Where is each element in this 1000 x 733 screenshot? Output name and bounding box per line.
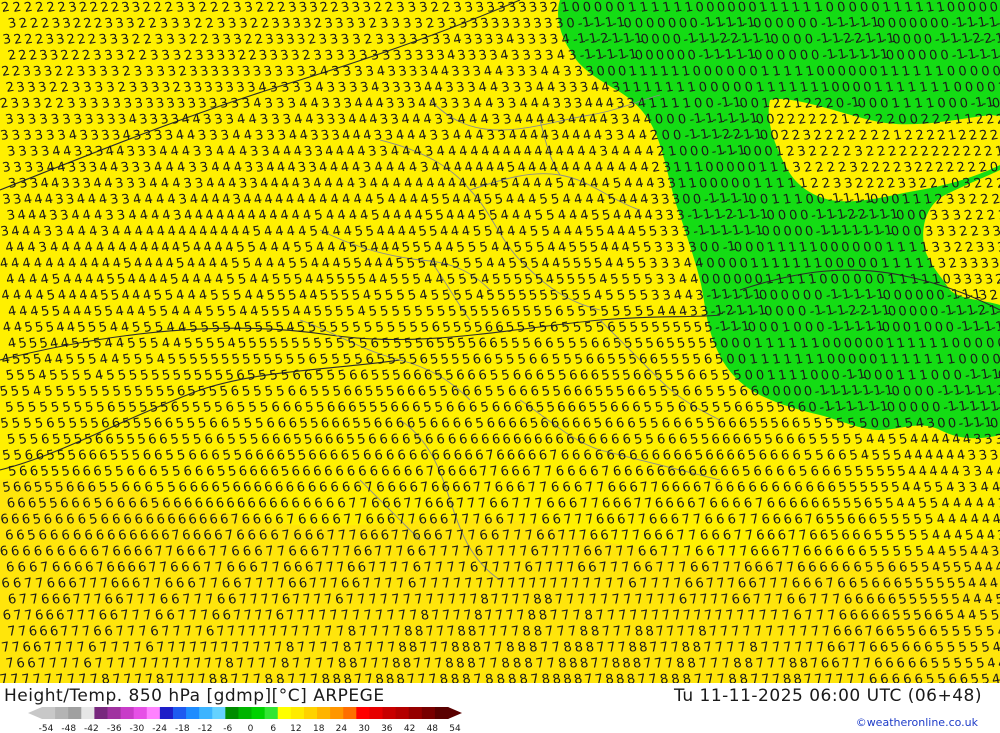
temperature-value: 4: [991, 672, 1000, 683]
temperature-value: -1: [991, 383, 1000, 400]
legend-swatch: [290, 707, 305, 719]
legend-tick-label: -48: [61, 724, 76, 733]
map-title: Height/Temp. 850 hPa [gdmp][°C] ARPEGE: [4, 686, 385, 706]
legend-swatch: [317, 707, 331, 719]
legend-tick-label: 54: [449, 724, 461, 733]
legend-tick-label: 18: [313, 724, 325, 733]
legend-swatch: [251, 707, 266, 719]
map-canvas: 2222223222233222332223322233322333223332…: [0, 0, 1000, 683]
legend-swatch: [172, 707, 187, 719]
legend-swatch: [212, 707, 226, 719]
temperature-value: 3: [990, 544, 1000, 560]
legend-swatch: [382, 707, 397, 719]
temperature-value: 3: [990, 256, 1000, 272]
legend-swatch: [369, 707, 384, 719]
legend-swatch: [107, 707, 122, 719]
legend-tick-label: 42: [404, 724, 415, 733]
temperature-value: -1: [990, 31, 1000, 48]
legend-arrow-right: [448, 707, 462, 719]
temperature-value: 0: [991, 352, 1000, 368]
temperature-value: 0: [991, 64, 1000, 80]
color-scale-legend: -54 -48 -42 -36 -30 -24 -18 -12 -6 0 6 12 18 24 30 36 42…: [28, 707, 462, 733]
credit-link[interactable]: ©weatheronline.co.uk: [856, 716, 978, 729]
legend-tick-label: -6: [223, 724, 232, 733]
legend-swatch: [238, 707, 253, 719]
legend-swatch: [133, 707, 148, 719]
legend-arrow-left: [28, 707, 42, 719]
weather-map: 2222223222233222332223322233322333223332…: [0, 0, 1000, 683]
legend-swatch: [343, 707, 357, 719]
temperature-value: 2: [991, 192, 1000, 208]
legend-swatch: [356, 707, 370, 719]
legend-swatch: [94, 707, 108, 719]
legend-swatch: [120, 707, 135, 719]
legend-swatch: [264, 707, 279, 719]
temperature-value: 0: [991, 96, 1000, 112]
legend-swatch: [68, 707, 82, 719]
legend-tick-label: -54: [39, 724, 54, 733]
legend-swatch: [199, 707, 213, 719]
legend-swatch: [303, 707, 318, 719]
legend-tick-label: 48: [427, 724, 439, 733]
legend-swatch: [159, 707, 174, 719]
temperature-values: 2222223222233222332223322233322333223332…: [0, 0, 1000, 683]
legend-tick-label: 6: [270, 724, 276, 733]
temperature-value: 4: [991, 512, 1000, 528]
legend-swatch: [421, 707, 436, 719]
legend-tick-label: 0: [248, 724, 254, 733]
legend-swatch: [225, 707, 239, 719]
legend-tick-label: -36: [107, 724, 122, 733]
legend-tick-label: 24: [336, 724, 348, 733]
legend-swatch: [81, 707, 95, 719]
legend-tick-label: -12: [198, 724, 213, 733]
legend-swatch: [186, 707, 200, 719]
legend-swatch: [330, 707, 344, 719]
legend-swatch: [434, 707, 449, 719]
map-datetime: Tu 11-11-2025 06:00 UTC (06+48): [674, 686, 982, 706]
temperature-value: 3: [991, 224, 1000, 240]
legend-swatch: [395, 707, 410, 719]
legend-tick-label: -18: [175, 724, 190, 733]
legend-tick-label: -42: [84, 724, 99, 733]
legend-tick-label: 12: [290, 724, 301, 733]
legend-swatch: [408, 707, 423, 719]
legend-tick-label: -24: [152, 724, 167, 733]
legend-swatch: [42, 707, 56, 719]
temperature-value: 4: [991, 640, 1000, 656]
legend-swatch: [146, 707, 161, 719]
legend-tick-label: -30: [130, 724, 145, 733]
map-footer: Height/Temp. 850 hPa [gdmp][°C] ARPEGE T…: [0, 683, 1000, 733]
temperature-value: -1: [990, 319, 1000, 336]
legend-swatch: [55, 707, 69, 719]
legend-swatch: [277, 707, 292, 719]
legend-tick-label: 36: [381, 724, 393, 733]
legend-tick-label: 30: [358, 724, 370, 733]
temperature-value: 4: [991, 480, 1000, 496]
